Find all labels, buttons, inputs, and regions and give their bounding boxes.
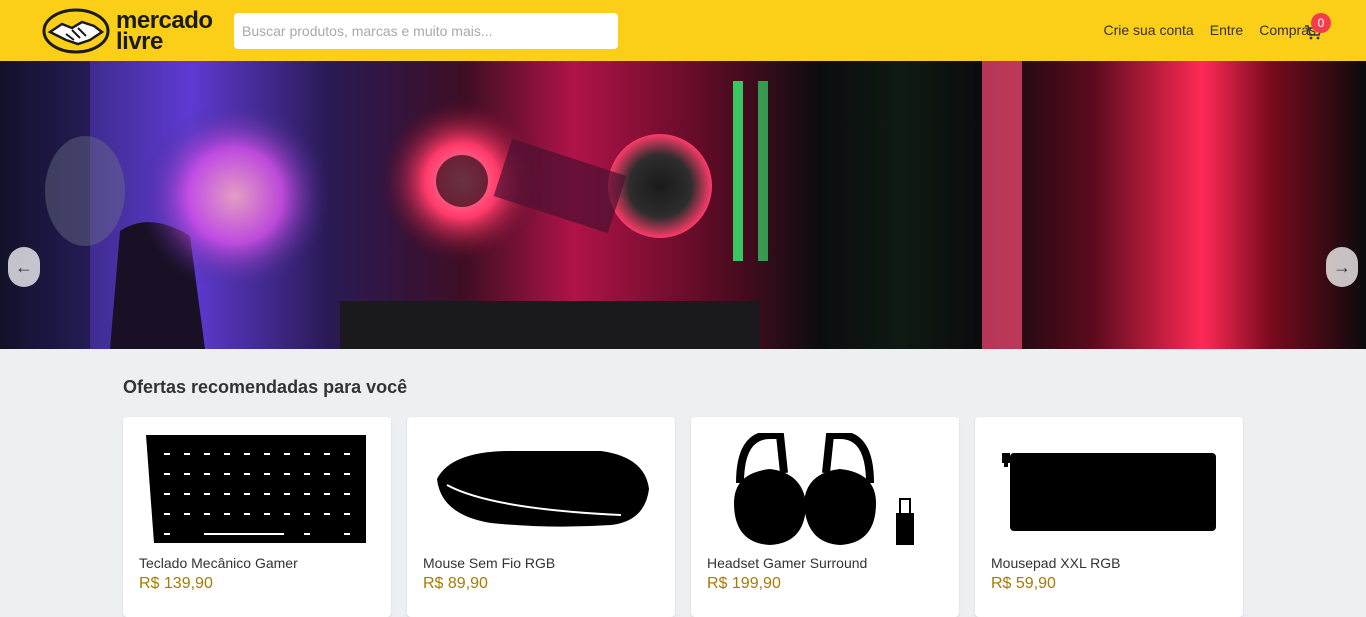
header-nav: Crie sua conta Entre Compras	[1103, 22, 1316, 38]
create-account-link[interactable]: Crie sua conta	[1103, 22, 1193, 38]
top-header: mercado livre Crie sua conta Entre Compr…	[0, 0, 1366, 61]
product-price: R$ 89,90	[423, 575, 488, 592]
product-price: R$ 139,90	[139, 575, 213, 592]
mercado-livre-logo[interactable]: mercado livre	[42, 7, 224, 54]
mousepad-icon	[991, 433, 1227, 545]
mouse-icon	[423, 433, 659, 545]
product-name[interactable]: Mousepad XXL RGB	[991, 555, 1120, 571]
hero-banner[interactable]: ← →	[0, 61, 1366, 349]
carousel-prev-button[interactable]: ←	[8, 247, 40, 287]
headset-icon	[707, 433, 943, 545]
handshake-icon	[42, 8, 110, 53]
carousel-next-button[interactable]: →	[1326, 247, 1358, 287]
section-title: Ofertas recomendadas para você	[123, 377, 408, 397]
product-card[interactable]: Headset Gamer Surround R$ 199,90	[691, 417, 959, 617]
cart-count-badge: 0	[1311, 13, 1331, 33]
gaming-pc-image	[0, 61, 1022, 349]
search-input[interactable]	[234, 13, 618, 49]
login-link[interactable]: Entre	[1210, 22, 1243, 38]
product-card[interactable]: Mouse Sem Fio RGB R$ 89,90	[407, 417, 675, 617]
product-price: R$ 59,90	[991, 575, 1056, 592]
product-list: Teclado Mecânico Gamer R$ 139,90 Mouse S…	[123, 417, 1243, 617]
keyboard-icon	[139, 433, 375, 545]
product-card[interactable]: Teclado Mecânico Gamer R$ 139,90	[123, 417, 391, 617]
product-name[interactable]: Headset Gamer Surround	[707, 555, 867, 571]
product-price: R$ 199,90	[707, 575, 781, 592]
product-name[interactable]: Mouse Sem Fio RGB	[423, 555, 555, 571]
product-name[interactable]: Teclado Mecânico Gamer	[139, 555, 298, 571]
product-card[interactable]: Mousepad XXL RGB R$ 59,90	[975, 417, 1243, 617]
logo-word-bottom: livre	[116, 27, 163, 55]
